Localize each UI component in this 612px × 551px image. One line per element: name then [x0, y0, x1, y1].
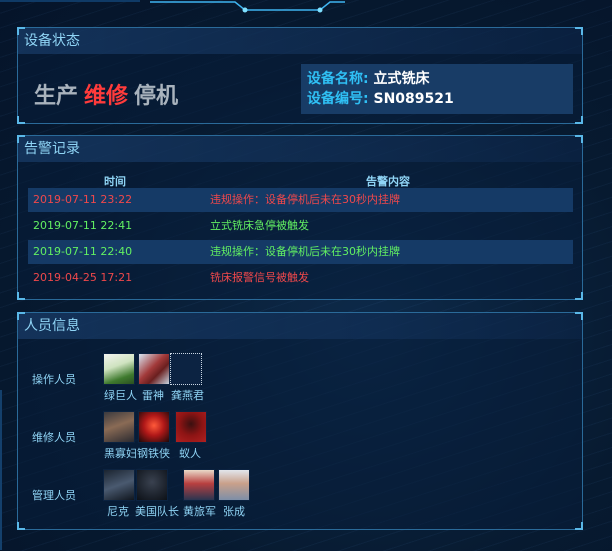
column-header-time: 时间 [104, 175, 126, 188]
person-name[interactable]: 黑寡妇 [104, 445, 137, 461]
role-label-maintenance: 维修人员 [32, 431, 76, 444]
device-name-value: 立式铣床 [373, 71, 430, 87]
table-row[interactable]: 2019-07-11 22:41 立式铣床急停被触发 [28, 214, 573, 238]
person-name[interactable]: 钢铁侠 [137, 445, 170, 461]
state-stopped: 停机 [134, 83, 179, 108]
alarm-content: 违规操作：设备停机后未在30秒内挂牌 [210, 245, 400, 258]
avatar[interactable] [183, 469, 215, 501]
corner-decoration [575, 27, 583, 35]
person-name[interactable]: 美国队长 [135, 503, 179, 519]
table-row[interactable]: 2019-07-11 23:22 违规操作：设备停机后未在30秒内挂牌 [28, 188, 573, 212]
person-name[interactable]: 雷神 [142, 387, 164, 403]
alarm-records-title: 告警记录 [18, 136, 582, 162]
person-name[interactable]: 张成 [223, 503, 245, 519]
state-maintenance: 维修 [84, 83, 129, 108]
avatar-placeholder[interactable] [170, 353, 202, 385]
device-state-indicator: 生产 维修 停机 [34, 78, 178, 110]
header-decoration [0, 0, 345, 13]
corner-decoration [17, 522, 25, 530]
corner-decoration [17, 116, 25, 124]
avatar[interactable] [218, 469, 250, 501]
alarm-content: 立式铣床急停被触发 [210, 219, 309, 232]
person-name[interactable]: 尼克 [107, 503, 129, 519]
alarm-time: 2019-07-11 22:41 [33, 219, 133, 232]
corner-decoration [575, 292, 583, 300]
state-production: 生产 [34, 83, 79, 108]
person-name[interactable]: 黄旅军 [183, 503, 216, 519]
personnel-panel: 人员信息 操作人员 绿巨人 雷神 龚燕君 维修人员 黑寡妇 钢铁侠 蚁人 管理人… [17, 312, 583, 530]
avatar[interactable] [103, 469, 135, 501]
person-name[interactable]: 绿巨人 [104, 387, 137, 403]
corner-decoration [575, 116, 583, 124]
table-row[interactable]: 2019-04-25 17:21 铣床报警信号被触发 [28, 266, 573, 290]
device-name-label: 设备名称: [307, 71, 369, 87]
table-row[interactable]: 2019-07-11 22:40 违规操作：设备停机后未在30秒内挂牌 [28, 240, 573, 264]
avatar[interactable] [138, 411, 170, 443]
avatar[interactable] [103, 353, 135, 385]
person-name[interactable]: 龚燕君 [171, 387, 204, 403]
alarm-time: 2019-07-11 23:22 [33, 193, 133, 206]
corner-decoration [575, 135, 583, 143]
personnel-title: 人员信息 [18, 313, 582, 339]
left-edge-decoration [0, 390, 2, 550]
device-code-value: SN089521 [373, 91, 454, 107]
alarm-records-panel: 告警记录 时间 告警内容 2019-07-11 23:22 违规操作：设备停机后… [17, 135, 583, 300]
corner-decoration [17, 27, 25, 35]
role-label-operators: 操作人员 [32, 373, 76, 386]
corner-decoration [17, 312, 25, 320]
avatar[interactable] [136, 469, 168, 501]
avatar[interactable] [175, 411, 207, 443]
device-code-label: 设备编号: [307, 91, 369, 107]
device-status-panel: 设备状态 生产 维修 停机 设备名称: 立式铣床 设备编号: SN089521 [17, 27, 583, 124]
corner-decoration [575, 522, 583, 530]
corner-decoration [17, 292, 25, 300]
device-info-box: 设备名称: 立式铣床 设备编号: SN089521 [301, 64, 573, 114]
person-name[interactable]: 蚁人 [179, 445, 201, 461]
device-status-title: 设备状态 [18, 28, 582, 54]
alarm-content: 违规操作：设备停机后未在30秒内挂牌 [210, 193, 400, 206]
corner-decoration [17, 135, 25, 143]
alarm-content: 铣床报警信号被触发 [210, 271, 309, 284]
alarm-time: 2019-04-25 17:21 [33, 271, 133, 284]
avatar[interactable] [138, 353, 170, 385]
role-label-managers: 管理人员 [32, 489, 76, 502]
alarm-table-header: 时间 告警内容 [18, 173, 582, 188]
avatar[interactable] [103, 411, 135, 443]
alarm-time: 2019-07-11 22:40 [33, 245, 133, 258]
column-header-content: 告警内容 [366, 175, 410, 188]
corner-decoration [575, 312, 583, 320]
